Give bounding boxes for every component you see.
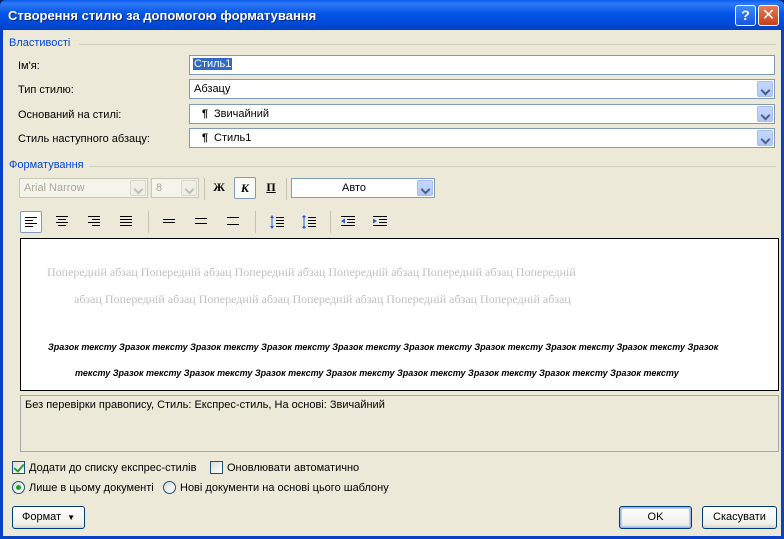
next-style-value: Стиль1: [214, 132, 252, 144]
chevron-down-icon[interactable]: [130, 180, 146, 196]
chevron-down-icon[interactable]: [757, 81, 773, 97]
style-description: Без перевірки правопису, Стиль: Експрес-…: [20, 395, 779, 452]
font-name-value: Arial Narrow: [24, 182, 85, 194]
help-button[interactable]: ?: [735, 5, 756, 26]
format-menu-button[interactable]: Формат ▼: [12, 506, 85, 529]
toolbar-separator: [255, 211, 256, 233]
name-value: Стиль1: [193, 58, 233, 70]
toolbar-separator: [204, 178, 205, 200]
formatting-group-label: Форматування: [9, 159, 84, 171]
justify-icon: [120, 216, 132, 226]
based-on-value: Звичайний: [214, 108, 269, 120]
align-left-icon: [25, 217, 37, 227]
name-input[interactable]: Стиль1: [189, 55, 775, 75]
increase-indent-icon: [373, 216, 387, 226]
single-spacing-icon: [163, 219, 175, 223]
title-bar: Створення стилю за допомогою форматуванн…: [0, 0, 784, 30]
new-documents-label: Нові документи на основі цього шаблону: [180, 482, 389, 494]
align-right-button[interactable]: [84, 211, 106, 233]
decrease-spacing-before-button[interactable]: [298, 211, 320, 233]
format-button-label: Формат: [21, 511, 62, 523]
font-color-value: Авто: [342, 182, 366, 194]
close-button[interactable]: ✕: [758, 5, 779, 26]
decrease-indent-button[interactable]: [337, 211, 359, 233]
dialog-window: Створення стилю за допомогою форматуванн…: [0, 0, 784, 539]
chevron-down-icon[interactable]: [417, 180, 433, 196]
align-right-icon: [88, 216, 100, 226]
name-label: Ім'я:: [18, 60, 40, 72]
toolbar-separator: [286, 178, 287, 200]
window-title: Створення стилю за допомогою форматуванн…: [8, 8, 317, 23]
previous-paragraph-line2: абзац Попередній абзац Попередній абзац …: [74, 292, 571, 306]
one-half-spacing-icon: [195, 218, 207, 224]
double-spacing-icon: [227, 217, 239, 225]
decrease-indent-icon: [341, 216, 355, 226]
style-type-value: Абзацу: [194, 83, 231, 95]
dropdown-arrow-icon: ▼: [67, 513, 76, 522]
align-left-button[interactable]: [20, 211, 42, 233]
chevron-down-icon[interactable]: [757, 130, 773, 146]
spacing-after-icon: [302, 215, 316, 229]
based-on-label: Оснований на стилі:: [18, 109, 122, 121]
font-color-select[interactable]: Авто: [291, 178, 435, 198]
add-quick-styles-label: Додати до списку експрес-стилів: [29, 462, 197, 474]
chevron-down-icon[interactable]: [757, 106, 773, 122]
formatting-divider: [89, 166, 776, 167]
this-document-label: Лише в цьому документі: [29, 482, 154, 494]
toolbar-separator: [330, 211, 331, 233]
underline-button[interactable]: П: [260, 177, 282, 199]
add-quick-styles-checkbox[interactable]: [12, 461, 25, 474]
align-center-button[interactable]: [52, 211, 74, 233]
double-spacing-button[interactable]: [223, 211, 245, 233]
font-name-select[interactable]: Arial Narrow: [19, 178, 148, 198]
increase-spacing-before-button[interactable]: [266, 211, 288, 233]
this-document-radio[interactable]: [12, 481, 25, 494]
sample-text-line2: тексту Зразок тексту Зразок тексту Зразо…: [75, 368, 679, 378]
properties-group-label: Властивості: [9, 37, 71, 49]
italic-button[interactable]: К: [234, 177, 256, 199]
cancel-button[interactable]: Скасувати: [702, 506, 777, 529]
bold-button[interactable]: Ж: [208, 177, 230, 199]
justify-button[interactable]: [116, 211, 138, 233]
previous-paragraph-line1: Попередній абзац Попередній абзац Попере…: [47, 265, 576, 279]
one-half-spacing-button[interactable]: [191, 211, 213, 233]
next-style-label: Стиль наступного абзацу:: [18, 133, 150, 145]
properties-divider: [79, 44, 776, 45]
next-style-select[interactable]: ¶ Стиль1: [189, 128, 775, 148]
increase-indent-button[interactable]: [369, 211, 391, 233]
font-size-select[interactable]: 8: [151, 178, 199, 198]
based-on-select[interactable]: ¶ Звичайний: [189, 104, 775, 124]
font-size-value: 8: [156, 182, 163, 194]
style-type-label: Тип стилю:: [18, 84, 74, 96]
style-preview: Попередній абзац Попередній абзац Попере…: [20, 238, 779, 391]
spacing-before-icon: [270, 215, 284, 229]
paragraph-mark-icon: ¶: [202, 132, 209, 144]
ok-button[interactable]: OK: [619, 506, 692, 529]
auto-update-label: Оновлювати автоматично: [227, 462, 360, 474]
style-type-select[interactable]: Абзацу: [189, 79, 775, 99]
new-documents-radio[interactable]: [163, 481, 176, 494]
chevron-down-icon[interactable]: [181, 180, 197, 196]
sample-text-line1: Зразок тексту Зразок тексту Зразок текст…: [48, 342, 719, 352]
align-center-icon: [56, 216, 68, 226]
paragraph-mark-icon: ¶: [202, 108, 209, 120]
auto-update-checkbox[interactable]: [210, 461, 223, 474]
single-spacing-button[interactable]: [159, 211, 181, 233]
toolbar-separator: [148, 211, 149, 233]
